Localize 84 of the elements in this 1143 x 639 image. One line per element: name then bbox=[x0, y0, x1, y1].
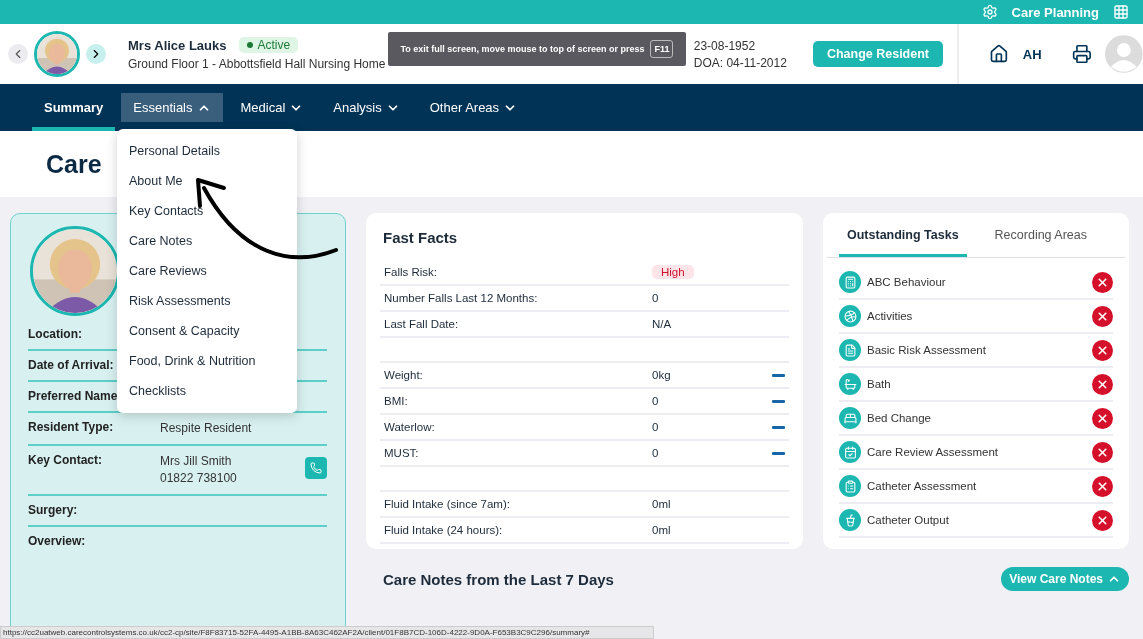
menu-item[interactable]: About Me bbox=[117, 166, 297, 196]
call-button[interactable] bbox=[305, 457, 327, 479]
tab[interactable]: Outstanding Tasks bbox=[839, 217, 967, 257]
task-label[interactable]: ABC Behaviour bbox=[867, 276, 1086, 288]
card-title: Fast Facts bbox=[383, 229, 459, 246]
task-label[interactable]: Bed Change bbox=[867, 412, 1086, 424]
fact-label: Weight: bbox=[384, 369, 424, 381]
phone-icon bbox=[310, 462, 322, 474]
fact-label: BMI: bbox=[384, 395, 409, 407]
bath-icon bbox=[839, 373, 861, 395]
menu-item[interactable]: Risk Assessments bbox=[117, 286, 297, 316]
task-label[interactable]: Care Review Assessment bbox=[867, 446, 1086, 458]
menu-item[interactable]: Personal Details bbox=[117, 136, 297, 166]
field-value: 01822 738100 bbox=[160, 470, 238, 487]
fact-value: 0kg bbox=[652, 369, 672, 381]
ball-icon bbox=[839, 305, 861, 327]
menu-item[interactable]: Care Reviews bbox=[117, 256, 297, 286]
menu-item[interactable]: Care Notes bbox=[117, 226, 297, 256]
resident-name: Mrs Alice Lauks bbox=[128, 37, 227, 53]
fact-value: 0 bbox=[652, 395, 660, 407]
nav-tab[interactable]: Summary bbox=[32, 84, 116, 131]
fact-label: Falls Risk: bbox=[384, 266, 439, 278]
status-url: https://cc2uatweb.carecontrolsystems.co.uk/cc2-cp/site/F8F83715-52FA-4495-A1BB-8A63C462AF2A/client/01F8B7CD-106D-4222-9D0A-F653B3C9C296/summary# bbox=[0, 626, 654, 639]
fact-label: Fluid Intake (since 7am): bbox=[384, 498, 511, 510]
trend-icon bbox=[772, 399, 785, 403]
print-icon[interactable] bbox=[1071, 44, 1092, 64]
user-initials[interactable]: AH bbox=[1022, 46, 1042, 62]
key-hint: F11 bbox=[650, 40, 674, 58]
next-resident-button[interactable] bbox=[86, 44, 106, 64]
task-label[interactable]: Basic Risk Assessment bbox=[867, 344, 1086, 356]
tab[interactable]: Recording Areas bbox=[986, 217, 1095, 257]
fact-value: N/A bbox=[652, 318, 673, 330]
fact-value: 0ml bbox=[652, 524, 672, 536]
menu-item[interactable]: Consent & Capacity bbox=[117, 316, 297, 346]
settings-icon[interactable] bbox=[981, 4, 998, 20]
fact-label: Number Falls Last 12 Months: bbox=[384, 292, 539, 304]
menu-item[interactable]: Key Contacts bbox=[117, 196, 297, 226]
fact-value: 0 bbox=[652, 292, 660, 304]
home-icon[interactable] bbox=[989, 44, 1009, 64]
field-label: Key Contact: bbox=[28, 453, 102, 467]
app-name: Care Planning bbox=[1011, 4, 1099, 20]
calendar-icon bbox=[839, 441, 861, 463]
date-of-arrival: DOA: 04-11-2012 bbox=[693, 55, 787, 70]
trend-icon bbox=[772, 373, 785, 377]
fact-label: Fluid Intake (24 hours): bbox=[384, 524, 504, 536]
nav-tab[interactable]: Other Areas bbox=[417, 84, 530, 131]
trend-icon bbox=[772, 451, 785, 455]
menu-item[interactable]: Food, Drink & Nutrition bbox=[117, 346, 297, 376]
field-label: Preferred Name bbox=[28, 389, 118, 403]
fact-label: MUST: bbox=[384, 447, 420, 459]
field-label: Overview: bbox=[28, 534, 86, 548]
field-label: Location: bbox=[28, 327, 82, 341]
nav-tab[interactable]: Analysis bbox=[321, 84, 412, 131]
nav-tab[interactable]: Medical bbox=[228, 84, 316, 131]
clipboard-icon bbox=[839, 475, 861, 497]
field-value: Mrs Jill Smith bbox=[160, 453, 233, 470]
risk-badge: High bbox=[652, 265, 694, 279]
task-label[interactable]: Catheter Output bbox=[867, 514, 1086, 526]
apps-grid-icon[interactable] bbox=[1113, 4, 1129, 20]
previous-resident-button[interactable] bbox=[8, 44, 28, 64]
task-label[interactable]: Catheter Assessment bbox=[867, 480, 1086, 492]
field-value: Respite Resident bbox=[160, 420, 253, 437]
page-title: Care bbox=[46, 149, 102, 179]
fact-value: 0 bbox=[652, 447, 660, 459]
calculator-icon bbox=[839, 271, 861, 293]
trend-icon bbox=[772, 425, 785, 429]
fact-value: 0ml bbox=[652, 498, 672, 510]
task-label[interactable]: Bath bbox=[867, 378, 1086, 390]
document-icon bbox=[839, 339, 861, 361]
field-label: Date of Arrival: bbox=[28, 358, 114, 372]
cup-icon bbox=[839, 509, 861, 531]
notice-text: To exit full screen, move mouse to top of screen or press bbox=[400, 44, 645, 54]
fact-label: Waterlow: bbox=[384, 421, 436, 433]
field-label: Surgery: bbox=[28, 503, 78, 517]
fact-label: Last Fall Date: bbox=[384, 318, 460, 330]
fact-value: 0 bbox=[652, 421, 660, 433]
section-title: Care Notes from the Last 7 Days bbox=[383, 570, 614, 588]
field-label: Resident Type: bbox=[28, 420, 114, 434]
menu-item[interactable]: Checklists bbox=[117, 376, 297, 406]
task-label[interactable]: Activities bbox=[867, 310, 1086, 322]
bed-icon bbox=[839, 407, 861, 429]
status-badge: Active bbox=[238, 37, 299, 53]
date-of-birth: 23-08-1952 bbox=[693, 38, 757, 53]
resident-location: Ground Floor 1 - Abbottsfield Hall Nursing Home bbox=[128, 57, 386, 71]
